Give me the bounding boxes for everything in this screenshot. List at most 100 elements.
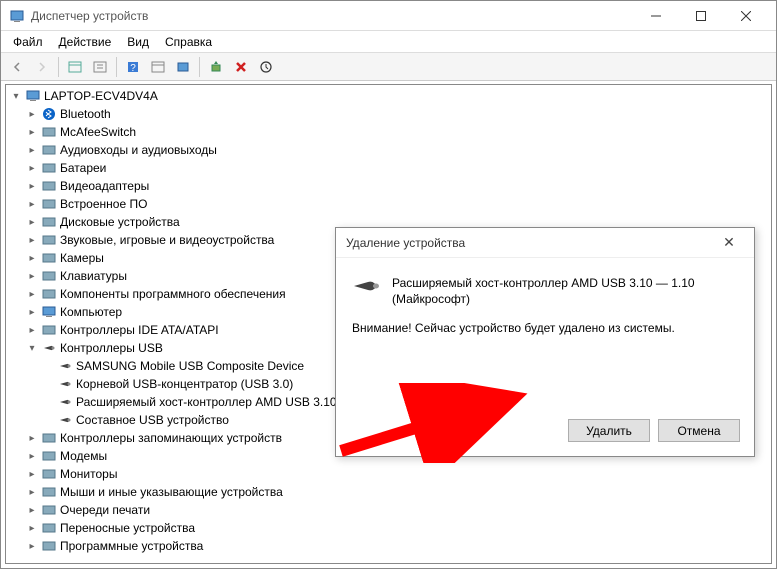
tree-category-label: Программные устройства xyxy=(60,539,203,553)
expander-icon[interactable]: ▾ xyxy=(10,90,22,102)
tree-category-label: Аудиовходы и аудиовыходы xyxy=(60,143,217,157)
tree-category[interactable]: ▸ Программные устройства xyxy=(6,537,771,555)
tree-device-label: Корневой USB-концентратор (USB 3.0) xyxy=(76,377,293,391)
tree-category[interactable]: ▸ Видеоадаптеры xyxy=(6,177,771,195)
tree-root-label: LAPTOP-ECV4DV4A xyxy=(44,89,158,103)
tree-category[interactable]: ▸ Аудиовходы и аудиовыходы xyxy=(6,141,771,159)
toolbar-icon[interactable] xyxy=(171,56,195,78)
tree-category[interactable]: ▸ Bluetooth xyxy=(6,105,771,123)
computer-icon xyxy=(25,88,41,104)
camera-icon xyxy=(41,250,57,266)
menu-action[interactable]: Действие xyxy=(51,33,120,51)
menubar: Файл Действие Вид Справка xyxy=(1,31,776,53)
keyboard-icon xyxy=(41,268,57,284)
tree-category[interactable]: ▸Мыши и иные указывающие устройства xyxy=(6,483,771,501)
tree-root[interactable]: ▾ LAPTOP-ECV4DV4A xyxy=(6,87,771,105)
monitor-icon xyxy=(41,466,57,482)
expander-icon[interactable]: ▸ xyxy=(26,468,38,480)
battery-icon xyxy=(41,160,57,176)
menu-help[interactable]: Справка xyxy=(157,33,220,51)
menu-file[interactable]: Файл xyxy=(5,33,51,51)
tree-category[interactable]: ▸Встроенное ПО xyxy=(6,195,771,213)
tree-category[interactable]: ▸ Мониторы xyxy=(6,465,771,483)
tree-category-label: Компьютер xyxy=(60,305,122,319)
firmware-icon xyxy=(41,196,57,212)
tree-category-label: Батареи xyxy=(60,161,106,175)
dialog-close-button[interactable]: ✕ xyxy=(714,229,744,257)
window-title: Диспетчер устройств xyxy=(31,9,633,23)
dialog-ok-button[interactable]: Удалить xyxy=(568,419,650,442)
minimize-button[interactable] xyxy=(633,2,678,30)
usb-plug-icon xyxy=(350,276,382,296)
help-button[interactable]: ? xyxy=(121,56,145,78)
expander-icon[interactable]: ▸ xyxy=(26,486,38,498)
delete-button[interactable] xyxy=(229,56,253,78)
tree-category-label: Bluetooth xyxy=(60,107,111,121)
tree-device-label: SAMSUNG Mobile USB Composite Device xyxy=(76,359,304,373)
expander-icon[interactable]: ▸ xyxy=(26,306,38,318)
toolbar-icon[interactable] xyxy=(63,56,87,78)
tree-category-label: Дисковые устройства xyxy=(60,215,180,229)
tree-category[interactable]: ▸ McAfeeSwitch xyxy=(6,123,771,141)
tree-category-label: Компоненты программного обеспечения xyxy=(60,287,286,301)
disk-icon xyxy=(41,214,57,230)
expander-icon[interactable]: ▸ xyxy=(26,234,38,246)
toolbar-icon[interactable] xyxy=(146,56,170,78)
bluetooth-icon xyxy=(41,106,57,122)
tree-category-label: Контроллеры USB xyxy=(60,341,163,355)
toolbar: ? xyxy=(1,53,776,81)
expander-icon[interactable]: ▸ xyxy=(26,522,38,534)
expander-icon[interactable]: ▸ xyxy=(26,432,38,444)
expander-icon[interactable]: ▸ xyxy=(26,162,38,174)
update-button[interactable] xyxy=(254,56,278,78)
sound-icon xyxy=(41,232,57,248)
tree-category-label: Мониторы xyxy=(60,467,117,481)
ide-icon xyxy=(41,322,57,338)
expander-icon[interactable]: ▸ xyxy=(26,216,38,228)
tree-category-label: Переносные устройства xyxy=(60,521,195,535)
expander-icon[interactable]: ▸ xyxy=(26,252,38,264)
close-button[interactable] xyxy=(723,2,768,30)
tree-category-label: Контроллеры запоминающих устройств xyxy=(60,431,282,445)
dialog-cancel-button[interactable]: Отмена xyxy=(658,419,740,442)
uninstall-dialog: Удаление устройства ✕ Расширяемый хост-к… xyxy=(335,227,755,457)
component-icon xyxy=(41,286,57,302)
expander-icon[interactable]: ▸ xyxy=(26,144,38,156)
printer-icon xyxy=(41,502,57,518)
expander-icon[interactable]: ▸ xyxy=(26,504,38,516)
dialog-title: Удаление устройства xyxy=(346,236,714,250)
expander-icon[interactable]: ▸ xyxy=(26,108,38,120)
expander-icon[interactable]: ▸ xyxy=(26,540,38,552)
tree-category-label: Клавиатуры xyxy=(60,269,127,283)
tree-category[interactable]: ▸ Переносные устройства xyxy=(6,519,771,537)
dialog-device-name: Расширяемый хост-контроллер AMD USB 3.10… xyxy=(392,276,740,307)
expander-icon[interactable]: ▸ xyxy=(26,270,38,282)
expander-icon[interactable]: ▸ xyxy=(26,198,38,210)
tree-device-label: Составное USB устройство xyxy=(76,413,229,427)
software-icon xyxy=(41,538,57,554)
expander-icon[interactable]: ▸ xyxy=(26,450,38,462)
expander-icon[interactable]: ▾ xyxy=(26,342,38,354)
tree-category-label: McAfeeSwitch xyxy=(60,125,136,139)
tree-category[interactable]: ▸Очереди печати xyxy=(6,501,771,519)
device-icon xyxy=(41,124,57,140)
tree-category-label: Камеры xyxy=(60,251,104,265)
maximize-button[interactable] xyxy=(678,2,723,30)
tree-category[interactable]: ▸ Батареи xyxy=(6,159,771,177)
usb-icon xyxy=(57,394,73,410)
usb-icon xyxy=(57,376,73,392)
svg-text:?: ? xyxy=(130,63,136,74)
forward-button[interactable] xyxy=(30,56,54,78)
back-button[interactable] xyxy=(5,56,29,78)
expander-icon[interactable]: ▸ xyxy=(26,324,38,336)
app-icon xyxy=(9,8,25,24)
expander-icon[interactable]: ▸ xyxy=(26,180,38,192)
expander-icon[interactable]: ▸ xyxy=(26,288,38,300)
tree-category-label: Видеоадаптеры xyxy=(60,179,149,193)
toolbar-icon[interactable] xyxy=(88,56,112,78)
scan-button[interactable] xyxy=(204,56,228,78)
storage-icon xyxy=(41,430,57,446)
expander-icon[interactable]: ▸ xyxy=(26,126,38,138)
audio-icon xyxy=(41,142,57,158)
menu-view[interactable]: Вид xyxy=(119,33,157,51)
